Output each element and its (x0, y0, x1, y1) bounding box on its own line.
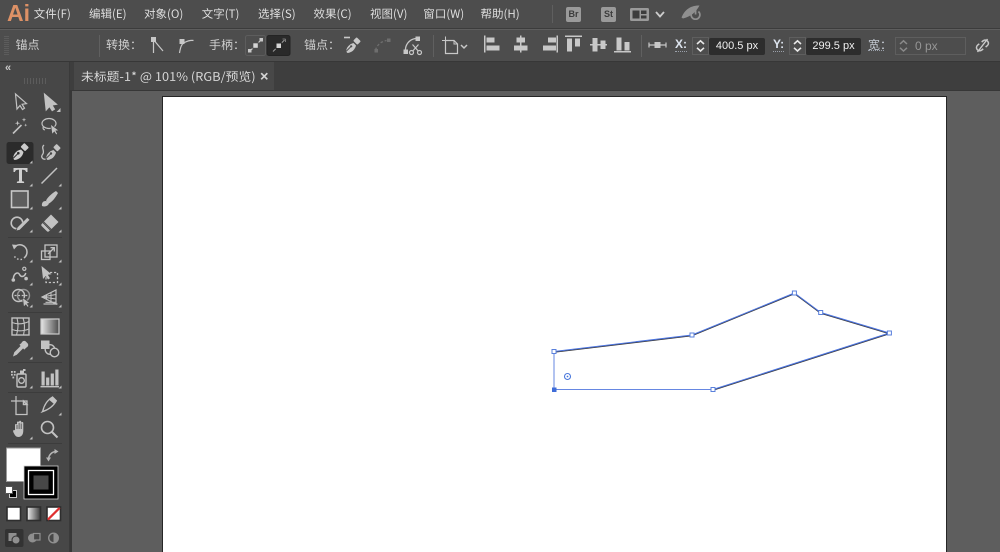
svg-text:0 px: 0 px (915, 39, 938, 53)
